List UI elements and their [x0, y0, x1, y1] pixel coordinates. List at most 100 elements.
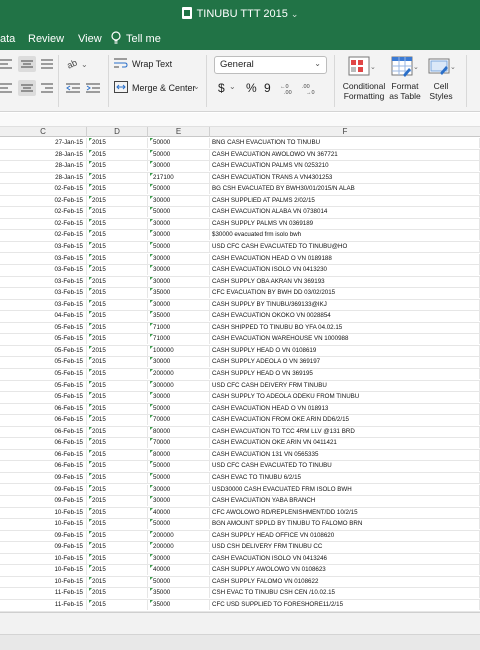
table-row[interactable]: 02-Feb-15 2015 30000 CASH SUPPLIED AT PALMS…	[0, 195, 480, 208]
year-cell[interactable]: 2015	[87, 322, 148, 333]
table-row[interactable]: 05-Feb-15 2015 30000 CASH SUPPLY TO ADEOLA …	[0, 392, 480, 404]
date-cell[interactable]: 05-Feb-15	[0, 345, 87, 356]
table-row[interactable]: 02-Feb-15 2015 50000 BG CSH EVACUATED BY BW…	[0, 184, 480, 196]
table-row[interactable]: 04-Feb-15 2015 35000 CASH EVACUATION OKOKO …	[0, 311, 480, 323]
amount-cell[interactable]: 70000	[148, 415, 210, 426]
table-row[interactable]: 05-Feb-15 2015 71000 CASH EVACUATION WAREHO…	[0, 334, 480, 346]
year-cell[interactable]: 2015	[87, 311, 148, 322]
table-row[interactable]: 09-Feb-15 2015 30000 CASH EVACUATION YABA B…	[0, 496, 480, 508]
table-row[interactable]: 06-Feb-15 2015 70000 CASH EVACUATION OKE AR…	[0, 438, 480, 450]
align-bottom-icon[interactable]	[40, 58, 54, 70]
table-row[interactable]: 06-Feb-15 2015 70000 CASH EVACUATION FROM O…	[0, 415, 480, 427]
description-cell[interactable]: CASH SUPPLY BY TINUBU/369133@IKJ	[210, 299, 480, 310]
date-cell[interactable]: 03-Feb-15	[0, 241, 87, 252]
amount-cell[interactable]: 30000	[148, 496, 210, 507]
align-center-icon[interactable]	[18, 80, 36, 96]
amount-cell[interactable]: 80000	[148, 449, 210, 460]
increase-indent-icon[interactable]	[86, 82, 100, 94]
year-cell[interactable]: 2015	[87, 161, 148, 172]
year-cell[interactable]: 2015	[87, 542, 148, 553]
amount-cell[interactable]: 200000	[148, 542, 210, 553]
description-cell[interactable]: USD CSH DELIVERY FRM TINUBU CC	[210, 542, 480, 553]
tab-data[interactable]: ata	[0, 33, 15, 45]
description-cell[interactable]: CASH SUPPLY TO ADEOLA ODEKU FROM TINUBU	[210, 392, 480, 403]
column-header-e[interactable]: E	[148, 127, 210, 137]
year-cell[interactable]: 2015	[87, 380, 148, 391]
year-cell[interactable]: 2015	[87, 600, 148, 610]
date-cell[interactable]: 28-Jan-15	[0, 161, 87, 172]
description-cell[interactable]: CASH EVACUATION ALABA VN 0738014	[210, 207, 480, 218]
date-cell[interactable]: 02-Feb-15	[0, 195, 87, 206]
table-row[interactable]: 05-Feb-15 2015 71000 CASH SHIPPED TO TINUBU…	[0, 322, 480, 335]
table-row[interactable]: 03-Feb-15 2015 30000 CASH SUPPLY BY TINUBU/…	[0, 299, 480, 312]
year-cell[interactable]: 2015	[87, 484, 148, 495]
date-cell[interactable]: 09-Feb-15	[0, 530, 87, 541]
table-row[interactable]: 28-Jan-15 2015 30000 CASH EVACUATION PALMS …	[0, 161, 480, 173]
date-cell[interactable]: 03-Feb-15	[0, 288, 87, 299]
description-cell[interactable]: CASH EVACUATION OKE ARIN VN 0411421	[210, 438, 480, 449]
amount-cell[interactable]: 30000	[148, 230, 210, 241]
description-cell[interactable]: CASH EVACUATION FROM OKE ARIN DD6/2/15	[210, 415, 480, 426]
year-cell[interactable]: 2015	[87, 241, 148, 252]
conditional-formatting-button[interactable]: Conditional Formatting	[339, 81, 389, 101]
align-right-icon[interactable]	[40, 82, 54, 94]
amount-cell[interactable]: 40000	[148, 565, 210, 576]
description-cell[interactable]: CASH SUPPLY HEAD OFFICE VN 0108620	[210, 530, 480, 541]
sheet-grid[interactable]: 27-Jan-15 2015 50000 BNG CASH EVACUATION TO…	[0, 138, 480, 612]
description-cell[interactable]: CASH SHIPPED TO TINUBU BO YFA 04.02.15	[210, 322, 480, 333]
year-cell[interactable]: 2015	[87, 461, 148, 472]
description-cell[interactable]: CASH SUPPLY HEAD O VN 369195	[210, 369, 480, 379]
description-cell[interactable]: CFC AWOLOWO RD/REPLENISHMENT/DD 10/2/15	[210, 507, 480, 518]
table-row[interactable]: 10-Feb-15 2015 50000 CASH SUPPLY FALOMO VN …	[0, 576, 480, 589]
date-cell[interactable]: 11-Feb-15	[0, 588, 87, 599]
date-cell[interactable]: 09-Feb-15	[0, 496, 87, 507]
date-cell[interactable]: 03-Feb-15	[0, 299, 87, 310]
date-cell[interactable]: 09-Feb-15	[0, 542, 87, 553]
year-cell[interactable]: 2015	[87, 565, 148, 576]
date-cell[interactable]: 02-Feb-15	[0, 184, 87, 195]
description-cell[interactable]: CASH SUPPLIED AT PALMS 2/02/15	[210, 195, 480, 206]
amount-cell[interactable]: 40000	[148, 507, 210, 518]
amount-cell[interactable]: 80000	[148, 426, 210, 437]
description-cell[interactable]: CASH EVACUATION ISOLO VN 0413230	[210, 265, 480, 276]
amount-cell[interactable]: 50000	[148, 576, 210, 587]
description-cell[interactable]: CASH EVACUATION ISOLO VN 0413246	[210, 553, 480, 564]
amount-cell[interactable]: 50000	[148, 138, 210, 148]
amount-cell[interactable]: 30000	[148, 357, 210, 368]
year-cell[interactable]: 2015	[87, 519, 148, 530]
tab-review[interactable]: Review	[28, 33, 64, 45]
title-chevron-down-icon[interactable]: ⌄	[291, 9, 299, 19]
table-row[interactable]: 05-Feb-15 2015 300000 USD CFC CASH DEIVERY …	[0, 380, 480, 393]
amount-cell[interactable]: 30000	[148, 195, 210, 206]
table-row[interactable]: 03-Feb-15 2015 35000 CFC EVACUATION BY BWH …	[0, 288, 480, 300]
date-cell[interactable]: 05-Feb-15	[0, 369, 87, 379]
year-cell[interactable]: 2015	[87, 369, 148, 379]
description-cell[interactable]: CASH EVACUATION HEAD O VN 018913	[210, 403, 480, 414]
table-row[interactable]: 03-Feb-15 2015 30000 CASH EVACUATION ISOLO …	[0, 265, 480, 277]
amount-cell[interactable]: 50000	[148, 241, 210, 252]
amount-cell[interactable]: 50000	[148, 149, 210, 160]
orientation-icon[interactable]: ab ⌄	[66, 56, 88, 70]
description-cell[interactable]: CASH EVACUATION 131 VN 0565335	[210, 449, 480, 460]
description-cell[interactable]: CASH SUPPLY OBA AKRAN VN 369193	[210, 276, 480, 287]
comma-style-button[interactable]: 9	[264, 81, 271, 95]
amount-cell[interactable]: 30000	[148, 276, 210, 287]
date-cell[interactable]: 11-Feb-15	[0, 600, 87, 610]
decrease-decimal-icon[interactable]: .00 →0	[302, 81, 320, 95]
table-row[interactable]: 09-Feb-15 2015 50000 CASH EVAC TO TINUBU 6/…	[0, 472, 480, 485]
conditional-formatting-icon[interactable]: ⌄	[348, 55, 376, 79]
currency-chevron-down-icon[interactable]: ⌄	[229, 82, 236, 91]
year-cell[interactable]: 2015	[87, 415, 148, 426]
description-cell[interactable]: CASH SUPPLY ADEOLA O VN 369197	[210, 357, 480, 368]
year-cell[interactable]: 2015	[87, 230, 148, 241]
year-cell[interactable]: 2015	[87, 472, 148, 483]
date-cell[interactable]: 03-Feb-15	[0, 253, 87, 264]
date-cell[interactable]: 05-Feb-15	[0, 322, 87, 333]
table-row[interactable]: 03-Feb-15 2015 30000 CASH SUPPLY OBA AKRAN …	[0, 276, 480, 289]
tab-view[interactable]: View	[78, 33, 102, 45]
year-cell[interactable]: 2015	[87, 403, 148, 414]
tell-me-search[interactable]: Tell me	[126, 33, 161, 45]
table-row[interactable]: 06-Feb-15 2015 80000 CASH EVACUATION TO TCC…	[0, 426, 480, 439]
table-row[interactable]: 05-Feb-15 2015 100000 CASH SUPPLY HEAD O VN…	[0, 345, 480, 358]
amount-cell[interactable]: 50000	[148, 472, 210, 483]
